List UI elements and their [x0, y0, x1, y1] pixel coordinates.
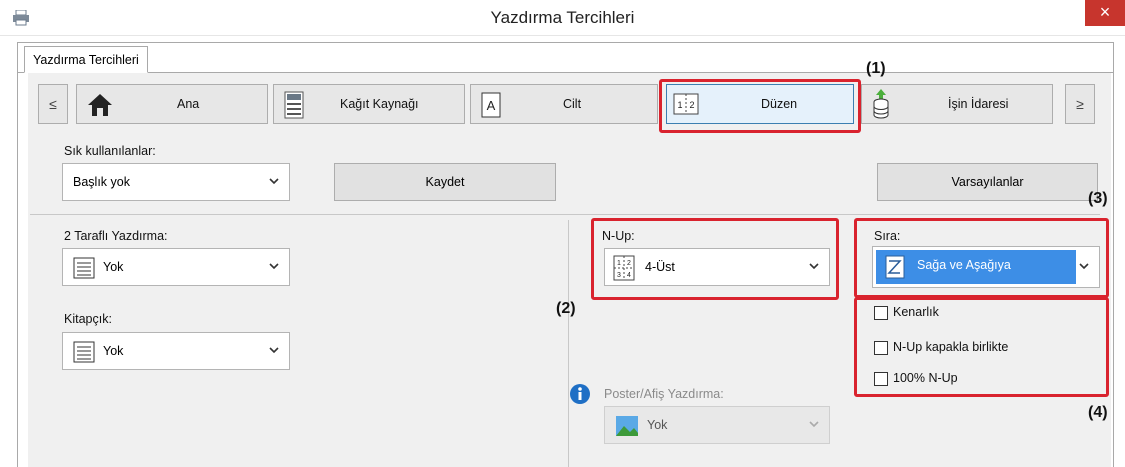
chevron-down-icon: [269, 178, 279, 185]
close-button[interactable]: ×: [1085, 0, 1125, 26]
nav-label-paper-source: Kağıt Kaynağı: [340, 97, 419, 111]
booklet-label: Kitapçık:: [64, 312, 112, 326]
booklet-select[interactable]: Yok: [62, 332, 290, 370]
duplex-value: Yok: [103, 260, 124, 274]
highlight-box-options: [854, 297, 1109, 397]
nav-button-job-handling[interactable]: İşin İdaresi: [861, 84, 1053, 124]
defaults-button[interactable]: Varsayılanlar: [877, 163, 1098, 201]
callout-4: (4): [1088, 404, 1108, 421]
nav-label-binding: Cilt: [563, 97, 582, 111]
callout-2: (2): [556, 300, 576, 317]
favorites-value: Başlık yok: [73, 175, 130, 189]
nav-next-button[interactable]: ≥: [1065, 84, 1095, 124]
info-icon: [570, 384, 590, 404]
poster-value: Yok: [647, 418, 668, 432]
home-icon: [88, 94, 112, 116]
binding-icon: A: [481, 92, 501, 118]
duplex-label: 2 Taraflı Yazdırma:: [64, 229, 168, 243]
chevron-down-icon: [809, 421, 819, 428]
save-button[interactable]: Kaydet: [334, 163, 556, 201]
booklet-value: Yok: [103, 344, 124, 358]
highlight-box-order: [854, 218, 1109, 298]
highlight-box-layout-tab: [659, 79, 861, 133]
document-icon: [73, 341, 95, 363]
nav-label-job-handling: İşin İdaresi: [948, 97, 1009, 111]
window-title: Yazdırma Tercihleri: [490, 8, 635, 27]
nav-button-paper-source[interactable]: Kağıt Kaynağı: [273, 84, 465, 124]
section-divider: [30, 214, 1100, 215]
column-divider: [568, 220, 569, 467]
highlight-box-nup: [591, 218, 839, 300]
poster-label: Poster/Afiş Yazdırma:: [604, 387, 724, 401]
job-storage-icon: [873, 89, 889, 119]
favorites-label: Sık kullanılanlar:: [64, 144, 156, 158]
svg-text:A: A: [487, 98, 496, 113]
nav-button-binding[interactable]: A Cilt: [470, 84, 658, 124]
landscape-image-icon: [616, 416, 638, 436]
tab-printing-preferences[interactable]: Yazdırma Tercihleri: [24, 46, 148, 73]
callout-3: (3): [1088, 190, 1108, 207]
callout-1: (1): [866, 60, 886, 77]
duplex-select[interactable]: Yok: [62, 248, 290, 286]
nav-label-home: Ana: [177, 97, 200, 111]
document-icon: [73, 257, 95, 279]
favorites-select[interactable]: Başlık yok: [62, 163, 290, 201]
chevron-down-icon: [269, 263, 279, 270]
paper-tray-icon: [284, 91, 304, 119]
chevron-down-icon: [269, 347, 279, 354]
nav-button-home[interactable]: Ana: [76, 84, 268, 124]
poster-select[interactable]: Yok: [604, 406, 830, 444]
nav-prev-button[interactable]: ≤: [38, 84, 68, 124]
